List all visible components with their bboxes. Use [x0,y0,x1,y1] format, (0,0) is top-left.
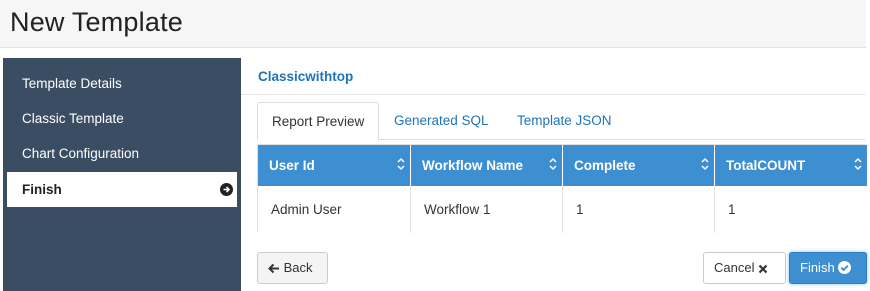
table-row[interactable]: Admin User Workflow 1 1 1 [258,186,867,233]
arrow-left-icon [268,263,279,274]
content-header: Classicwithtop [241,58,866,95]
sort-icon [549,157,557,171]
column-header-label: TotalCOUNT [726,158,806,173]
cell-workflow-name: Workflow 1 [411,186,563,233]
sidebar-item-chart-configuration[interactable]: Chart Configuration [3,136,241,171]
back-button-label: Back [283,260,313,275]
column-header-label: User Id [269,158,315,173]
column-header-complete[interactable]: Complete [563,145,715,186]
cell-user-id: Admin User [258,186,411,233]
sort-icon [701,157,709,171]
column-header-user-id[interactable]: User Id [258,145,411,186]
grid-header: User Id Workflow Name Complete TotalCOUN… [258,145,867,186]
arrow-circle-right-icon [220,183,233,196]
sidebar-item-label: Template Details [22,76,122,91]
sidebar-item-classic-template[interactable]: Classic Template [3,101,241,136]
check-circle-icon [838,261,852,274]
cell-complete: 1 [563,186,715,233]
cancel-button[interactable]: Cancel [703,252,786,284]
finish-button[interactable]: Finish [789,252,867,284]
tab-bar: Report Preview Generated SQL Template JS… [257,102,865,141]
sort-icon [397,157,405,171]
column-header-label: Complete [574,158,636,173]
tab-template-json[interactable]: Template JSON [503,102,626,140]
back-button[interactable]: Back [257,252,328,284]
template-name: Classicwithtop [258,69,354,84]
close-icon [758,264,768,274]
sidebar-item-label: Chart Configuration [22,146,140,161]
cell-totalcount: 1 [728,202,736,217]
sidebar-item-template-details[interactable]: Template Details [3,66,241,101]
sidebar-item-finish[interactable]: Finish [7,172,237,207]
page-title: New Template [10,7,183,37]
finish-button-label: Finish [800,260,835,275]
wizard-content: Classicwithtop Report Preview Generated … [241,58,867,291]
wizard-panel: Template Details Classic Template Chart … [3,58,867,291]
report-preview-grid: User Id Workflow Name Complete TotalCOUN… [257,144,867,233]
tab-report-preview[interactable]: Report Preview [257,102,380,141]
column-header-workflow-name[interactable]: Workflow Name [411,145,563,186]
sidebar-item-label: Classic Template [22,111,124,126]
cancel-button-label: Cancel [714,260,755,275]
sidebar-item-label: Finish [22,182,62,197]
page-header: New Template [0,0,866,48]
column-header-totalcount[interactable]: TotalCOUNT [715,145,867,186]
sort-icon [854,157,862,171]
wizard-sidebar: Template Details Classic Template Chart … [3,58,241,291]
tab-generated-sql[interactable]: Generated SQL [380,102,503,140]
column-header-label: Workflow Name [422,158,524,173]
